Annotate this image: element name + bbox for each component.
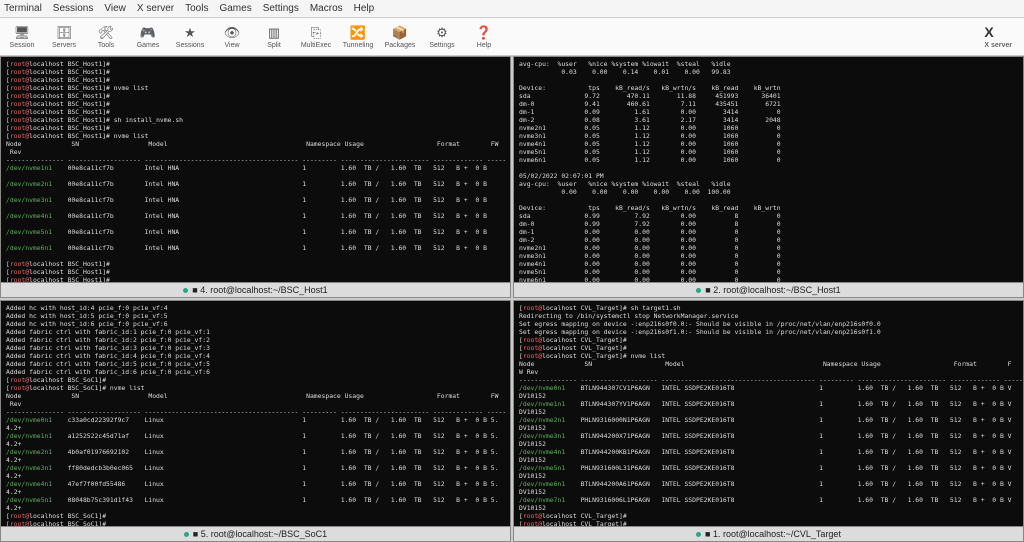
pane-title[interactable]: ■ 2. root@localhost:~/BSC_Host1 bbox=[514, 282, 1023, 297]
xserver-close-button[interactable]: XX server bbox=[976, 24, 1020, 49]
menu-sessions[interactable]: Sessions bbox=[53, 3, 94, 14]
settings-button[interactable]: ⚙Settings bbox=[424, 19, 460, 55]
sessions-button[interactable]: ★Sessions bbox=[172, 19, 208, 55]
terminal-output: Added hc with host_id:4 pcie_f:0 pcie_vf… bbox=[1, 301, 510, 526]
toolbar: 🖥Session🗄Servers🛠Tools🎮Games★Sessions👁Vi… bbox=[0, 18, 1024, 56]
pane-title-text: ■ 4. root@localhost:~/BSC_Host1 bbox=[192, 285, 327, 295]
pane-title[interactable]: ■ 5. root@localhost:~/BSC_SoC1 bbox=[1, 526, 510, 541]
packages-icon: 📦 bbox=[391, 24, 409, 42]
session-button[interactable]: 🖥Session bbox=[4, 19, 40, 55]
session-icon: 🖥 bbox=[13, 24, 31, 42]
tool-label: Help bbox=[477, 42, 491, 49]
pane-title-text: ■ 5. root@localhost:~/BSC_SoC1 bbox=[193, 529, 327, 539]
menubar: Terminal Sessions View X server Tools Games Se… bbox=[0, 0, 1024, 18]
pane-bsc-host1-nvme[interactable]: [root@localhost BSC_Host1]# [root@localh… bbox=[0, 56, 511, 298]
tunneling-button[interactable]: 🔀Tunneling bbox=[340, 19, 376, 55]
multiexec-button[interactable]: ⎘MultiExec bbox=[298, 19, 334, 55]
terminal-output: [root@localhost BSC_Host1]# [root@localh… bbox=[1, 57, 510, 282]
menu-help[interactable]: Help bbox=[354, 3, 375, 14]
terminal-output: avg-cpu: %user %nice %system %iowait %st… bbox=[514, 57, 1023, 282]
sessions-icon: ★ bbox=[181, 24, 199, 42]
tool-label: Games bbox=[137, 42, 160, 49]
menu-x-server[interactable]: X server bbox=[137, 3, 174, 14]
pane-title[interactable]: ■ 1. root@localhost:~/CVL_Target bbox=[514, 526, 1023, 541]
tool-label: Servers bbox=[52, 42, 76, 49]
split-button[interactable]: ▥Split bbox=[256, 19, 292, 55]
servers-icon: 🗄 bbox=[55, 24, 73, 42]
terminal-output: [root@localhost CVL_Target]# sh target1.… bbox=[514, 301, 1023, 526]
pane-cvl-target[interactable]: [root@localhost CVL_Target]# sh target1.… bbox=[513, 300, 1024, 542]
servers-button[interactable]: 🗄Servers bbox=[46, 19, 82, 55]
tool-label: Split bbox=[267, 42, 281, 49]
menu-macros[interactable]: Macros bbox=[310, 3, 343, 14]
settings-icon: ⚙ bbox=[433, 24, 451, 42]
pane-bsc-soc1[interactable]: Added hc with host_id:4 pcie_f:0 pcie_vf… bbox=[0, 300, 511, 542]
menu-terminal[interactable]: Terminal bbox=[4, 3, 42, 14]
pane-bsc-host1-iostat[interactable]: avg-cpu: %user %nice %system %iowait %st… bbox=[513, 56, 1024, 298]
tool-label: Session bbox=[10, 42, 35, 49]
pane-title-text: ■ 1. root@localhost:~/CVL_Target bbox=[705, 529, 841, 539]
tool-label: MultiExec bbox=[301, 42, 331, 49]
tool-label: Settings bbox=[429, 42, 454, 49]
multiexec-icon: ⎘ bbox=[307, 24, 325, 42]
terminal-panes: [root@localhost BSC_Host1]# [root@localh… bbox=[0, 56, 1024, 542]
tool-label: Tools bbox=[98, 42, 114, 49]
pane-title[interactable]: ■ 4. root@localhost:~/BSC_Host1 bbox=[1, 282, 510, 297]
games-button[interactable]: 🎮Games bbox=[130, 19, 166, 55]
tools-button[interactable]: 🛠Tools bbox=[88, 19, 124, 55]
view-button[interactable]: 👁View bbox=[214, 19, 250, 55]
tool-label: Tunneling bbox=[343, 42, 374, 49]
tool-label: Packages bbox=[385, 42, 416, 49]
games-icon: 🎮 bbox=[139, 24, 157, 42]
help-icon: ❓ bbox=[475, 24, 493, 42]
help-button[interactable]: ❓Help bbox=[466, 19, 502, 55]
tool-label: View bbox=[224, 42, 239, 49]
menu-games[interactable]: Games bbox=[219, 3, 251, 14]
split-icon: ▥ bbox=[265, 24, 283, 42]
tools-icon: 🛠 bbox=[97, 24, 115, 42]
tool-label: Sessions bbox=[176, 42, 204, 49]
menu-tools[interactable]: Tools bbox=[185, 3, 208, 14]
pane-title-text: ■ 2. root@localhost:~/BSC_Host1 bbox=[705, 285, 840, 295]
view-icon: 👁 bbox=[223, 24, 241, 42]
menu-settings[interactable]: Settings bbox=[263, 3, 299, 14]
packages-button[interactable]: 📦Packages bbox=[382, 19, 418, 55]
menu-view[interactable]: View bbox=[104, 3, 126, 14]
tunneling-icon: 🔀 bbox=[349, 24, 367, 42]
